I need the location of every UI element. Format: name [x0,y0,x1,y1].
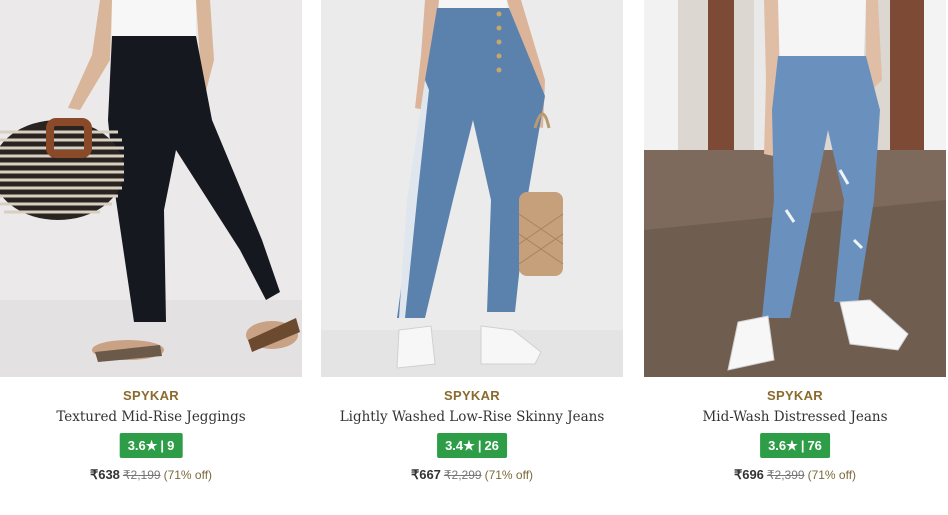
review-count: 9 [167,438,175,453]
discount-label: (71% off) [163,468,213,482]
original-price: ₹2,299 [443,468,482,482]
product-grid: SPYKAR Textured Mid-Rise Jeggings 3.6★ | 9… [0,0,948,515]
product-image[interactable] [0,0,302,377]
brand-name: SPYKAR [444,388,500,403]
star-icon: ★ [786,438,798,453]
product-card[interactable]: SPYKAR Lightly Washed Low-Rise Skinny Je… [321,0,623,515]
product-name[interactable]: Mid-Wash Distressed Jeans [644,409,946,425]
product-card[interactable]: SPYKAR Mid-Wash Distressed Jeans 3.6★ | 76… [644,0,946,515]
original-price: ₹2,199 [122,468,161,482]
price-row: ₹667 ₹2,299 (71% off) [321,467,623,483]
product-name[interactable]: Lightly Washed Low-Rise Skinny Jeans [321,409,623,425]
selling-price: ₹667 [410,467,441,482]
rating-value: 3.6 [127,438,146,453]
selling-price: ₹638 [89,467,120,482]
discount-label: (71% off) [484,468,534,482]
star-icon: ★ [145,438,158,453]
brand-name: SPYKAR [123,388,179,403]
rating-value: 3.4 [445,438,464,453]
brand-name: SPYKAR [767,388,823,403]
review-count: 26 [484,438,499,453]
rating-badge: 3.6★ | 9 [119,433,183,458]
rating-value: 3.6 [768,438,787,453]
product-image[interactable] [321,0,623,377]
product-name[interactable]: Textured Mid-Rise Jeggings [0,409,302,425]
price-row: ₹638 ₹2,199 (71% off) [0,467,302,483]
selling-price: ₹696 [733,467,764,482]
review-count: 76 [807,438,822,453]
product-card[interactable]: SPYKAR Textured Mid-Rise Jeggings 3.6★ | 9… [0,0,302,515]
discount-label: (71% off) [807,468,857,482]
star-icon: ★ [463,438,475,453]
rating-badge: 3.4★ | 26 [437,433,507,458]
price-row: ₹696 ₹2,399 (71% off) [644,467,946,483]
original-price: ₹2,399 [766,468,805,482]
product-image[interactable] [644,0,946,377]
rating-badge: 3.6★ | 76 [760,433,830,458]
